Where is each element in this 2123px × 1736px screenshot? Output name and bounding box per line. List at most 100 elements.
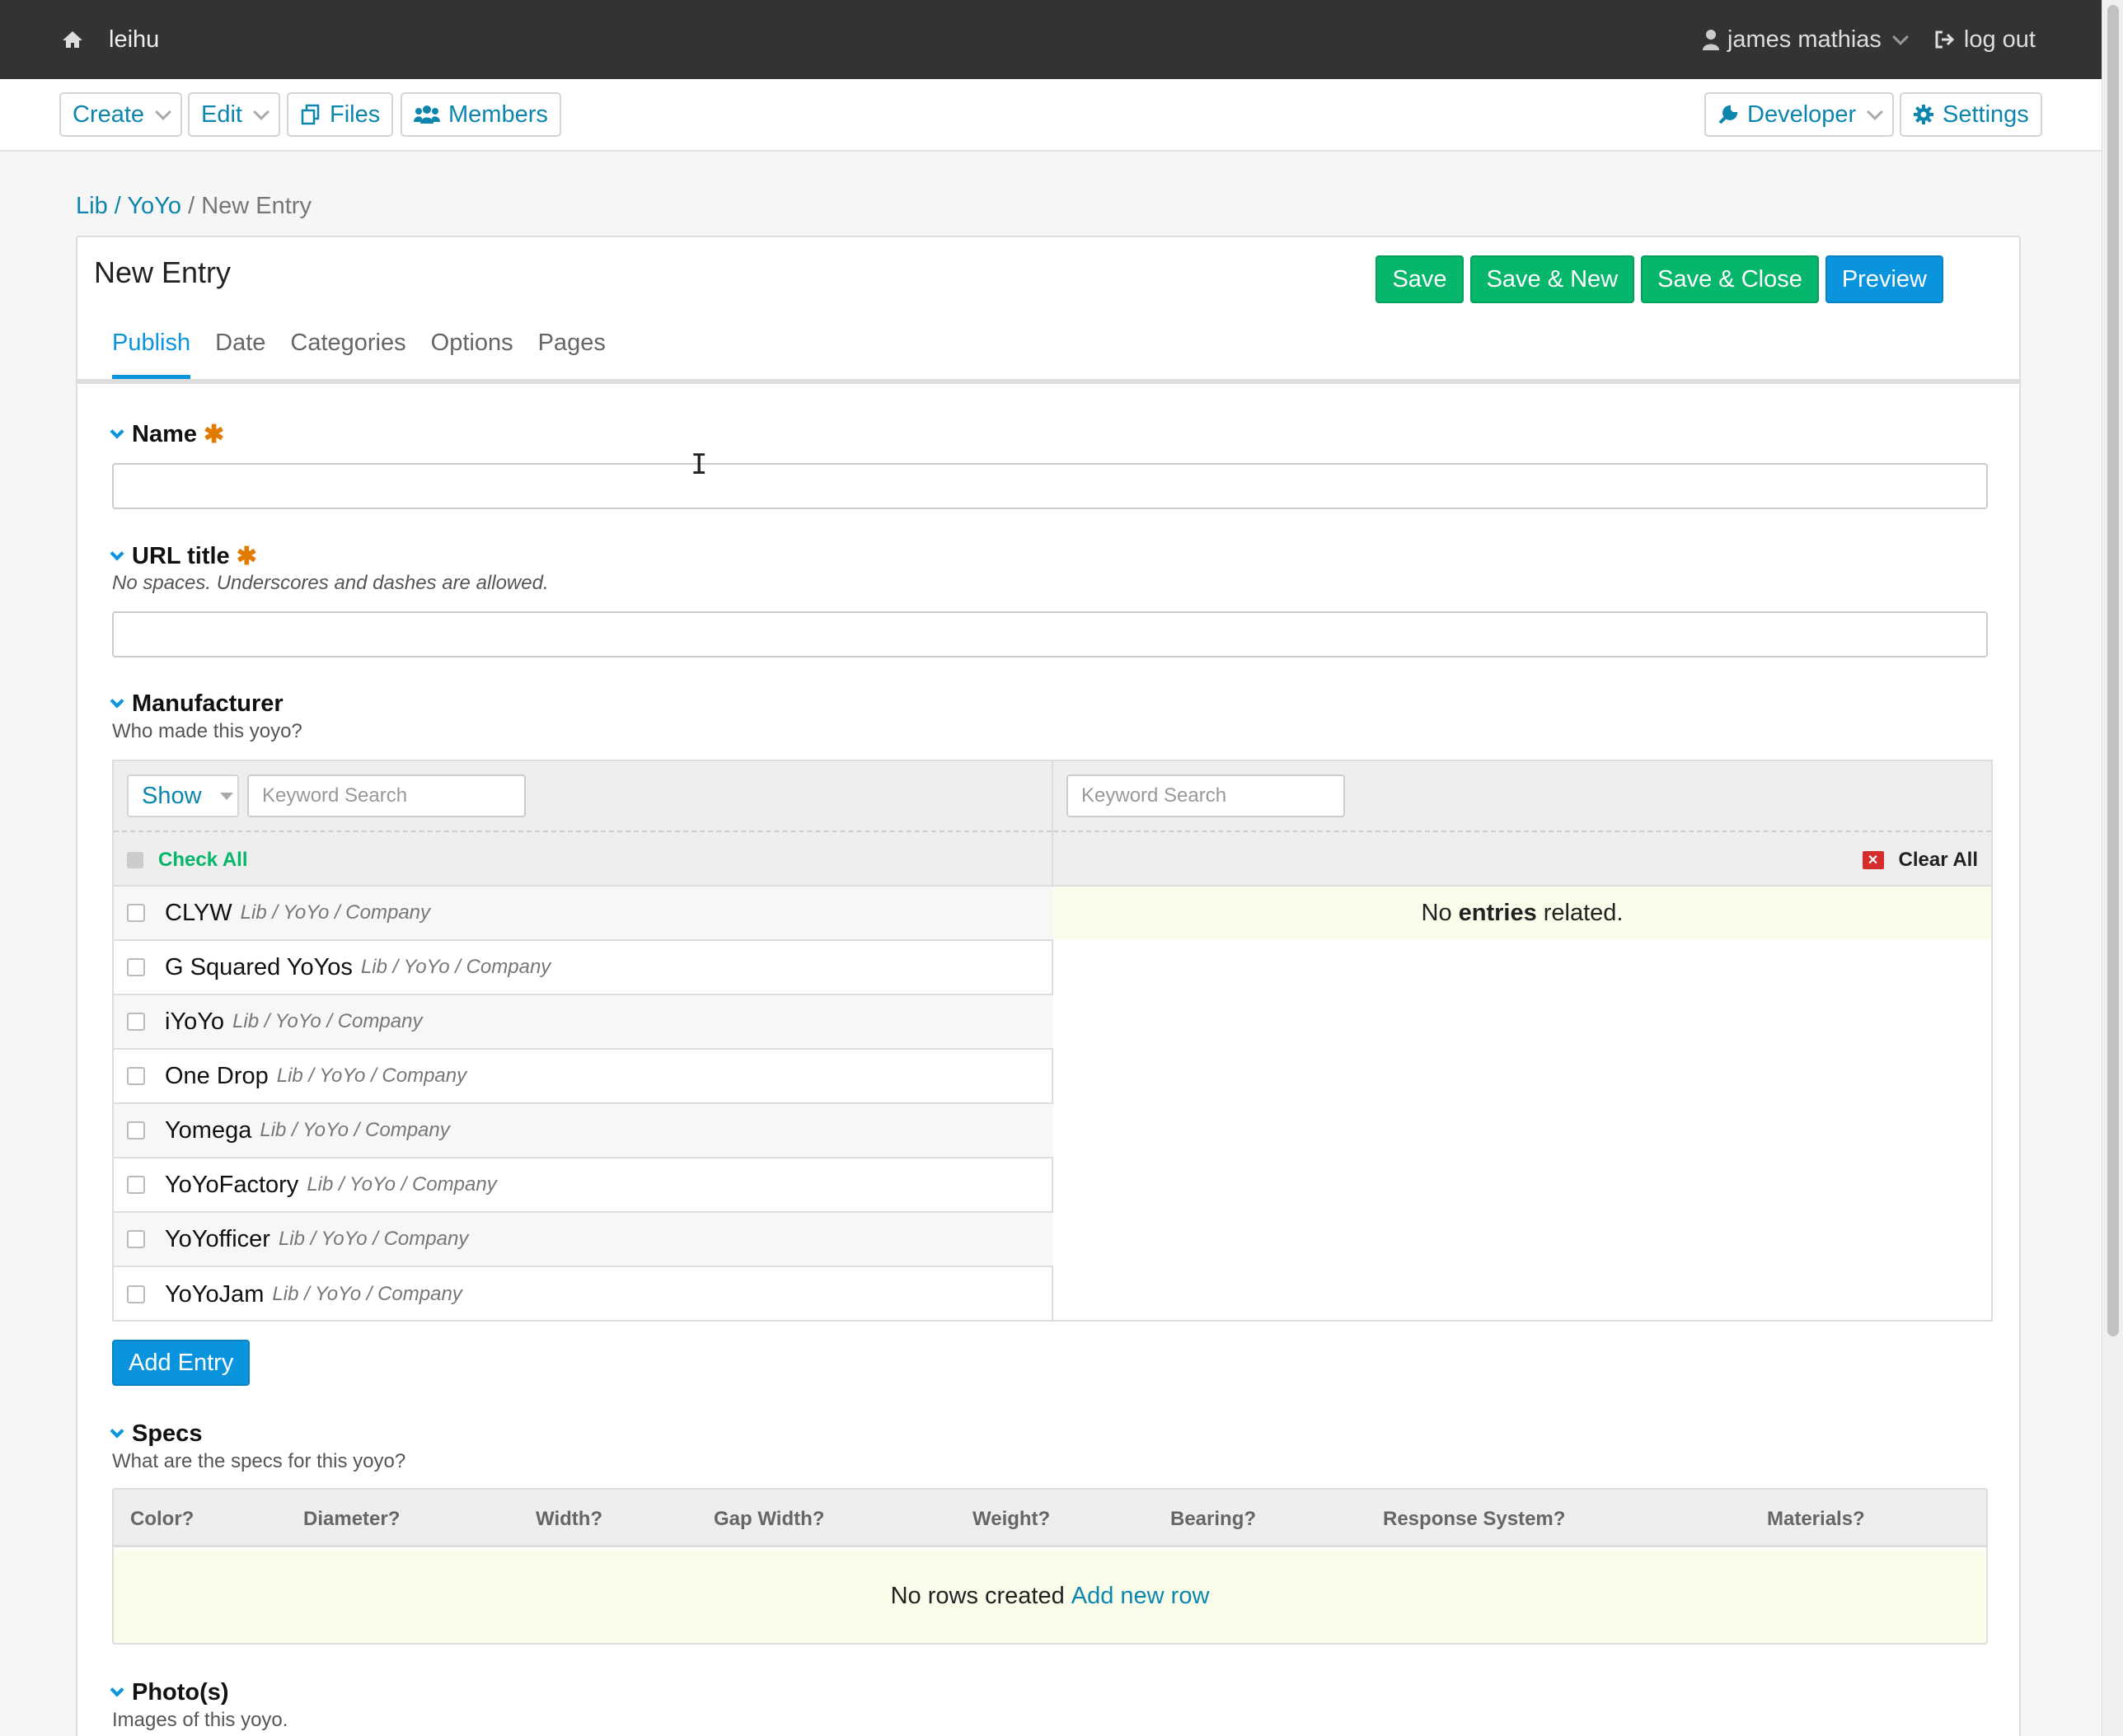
- url-title-field-label[interactable]: URL title ✱: [110, 542, 257, 571]
- specs-grid-header: Color? Diameter? Width? Gap Width? Weigh…: [114, 1490, 1986, 1547]
- page-title: New Entry: [94, 255, 232, 289]
- collapse-caret-icon[interactable]: [110, 546, 124, 560]
- list-item[interactable]: YoYofficer Lib / YoYo / Company: [114, 1213, 1053, 1267]
- column-header: Color?: [130, 1508, 194, 1530]
- save-button[interactable]: Save: [1375, 255, 1464, 303]
- entry-checkbox[interactable]: [127, 904, 145, 922]
- tab-date[interactable]: Date: [215, 330, 265, 379]
- no-related-post: related.: [1543, 899, 1624, 926]
- breadcrumb-lib-link[interactable]: Lib: [76, 193, 108, 219]
- members-button[interactable]: Members: [401, 92, 561, 137]
- entry-checkbox[interactable]: [127, 1013, 145, 1031]
- relationship-filter-bar: Show Keyword Search: [114, 761, 1052, 832]
- settings-label: Settings: [1943, 101, 2029, 128]
- entry-path: Lib / YoYo / Company: [232, 1010, 423, 1032]
- checkbox-icon: [127, 852, 143, 868]
- clear-all-bar: ✕ Clear All: [1053, 832, 1991, 887]
- entry-name: YoYofficer: [165, 1225, 270, 1252]
- collapse-caret-icon[interactable]: [110, 1682, 124, 1696]
- scrollbar-thumb[interactable]: [2107, 5, 2119, 1336]
- photos-label-text: Photo(s): [132, 1679, 229, 1706]
- list-item[interactable]: YoYoFactory Lib / YoYo / Company: [114, 1158, 1053, 1213]
- collapse-caret-icon[interactable]: [110, 424, 124, 438]
- entry-checkbox[interactable]: [127, 1285, 145, 1303]
- photos-instructions: Images of this yoyo.: [112, 1709, 288, 1731]
- tab-divider: [77, 379, 2019, 384]
- entry-checkbox[interactable]: [127, 1121, 145, 1139]
- check-all-toggle[interactable]: Check All: [127, 849, 247, 872]
- tab-options[interactable]: Options: [431, 330, 513, 379]
- name-field-label[interactable]: Name ✱: [110, 420, 224, 449]
- entry-form-panel: New Entry Save Save & New Save & Close P…: [76, 236, 2021, 1736]
- developer-menu-button[interactable]: Developer: [1704, 92, 1895, 137]
- column-header: Diameter?: [303, 1508, 401, 1530]
- specs-field-label[interactable]: Specs: [110, 1420, 203, 1448]
- page-scrollbar[interactable]: [2102, 0, 2123, 1736]
- show-filter-dropdown[interactable]: Show: [127, 774, 239, 817]
- right-keyword-search-input[interactable]: Keyword Search: [1066, 774, 1345, 817]
- list-item[interactable]: YoYoJam Lib / YoYo / Company: [114, 1267, 1053, 1322]
- relationship-selected-list: Keyword Search ✕ Clear All No entries re…: [1053, 761, 1991, 1320]
- clear-all-button[interactable]: ✕ Clear All: [1862, 849, 1978, 872]
- entry-name: YoYoJam: [165, 1280, 265, 1308]
- logout-link[interactable]: log out: [1934, 26, 2036, 54]
- entry-checkbox[interactable]: [127, 1176, 145, 1194]
- entry-checkbox[interactable]: [127, 958, 145, 976]
- edit-menu-button[interactable]: Edit: [188, 92, 280, 137]
- show-label: Show: [142, 782, 202, 809]
- tab-categories[interactable]: Categories: [290, 330, 405, 379]
- collapse-caret-icon[interactable]: [110, 1424, 124, 1438]
- column-header: Materials?: [1767, 1508, 1865, 1530]
- breadcrumb: Lib / YoYo / New Entry: [76, 193, 312, 220]
- entry-checkbox[interactable]: [127, 1230, 145, 1248]
- column-header: Bearing?: [1170, 1508, 1257, 1530]
- save-and-new-button[interactable]: Save & New: [1469, 255, 1635, 303]
- logout-label: log out: [1963, 26, 2036, 53]
- user-menu[interactable]: james mathias: [1702, 26, 1909, 54]
- list-item[interactable]: Yomega Lib / YoYo / Company: [114, 1104, 1053, 1158]
- left-keyword-search-input[interactable]: Keyword Search: [247, 774, 526, 817]
- settings-button[interactable]: Settings: [1900, 92, 2042, 137]
- tab-publish[interactable]: Publish: [112, 330, 191, 379]
- gear-icon: [1914, 105, 1933, 124]
- list-item[interactable]: One Drop Lib / YoYo / Company: [114, 1050, 1053, 1104]
- breadcrumb-current: New Entry: [201, 193, 312, 219]
- name-label-text: Name: [132, 421, 197, 447]
- photos-field-label[interactable]: Photo(s): [110, 1679, 229, 1706]
- collapse-caret-icon[interactable]: [110, 694, 124, 708]
- user-menu-area: james mathias log out: [1702, 26, 2036, 54]
- entry-path: Lib / YoYo / Company: [278, 1228, 469, 1250]
- url-title-input[interactable]: [112, 611, 1988, 657]
- specs-empty-row: No rows created Add new row: [114, 1550, 1986, 1643]
- files-button[interactable]: Files: [287, 92, 394, 137]
- name-input[interactable]: [112, 463, 1988, 509]
- entry-name: CLYW: [165, 899, 232, 926]
- list-item[interactable]: G Squared YoYos Lib / YoYo / Company: [114, 941, 1053, 995]
- save-and-close-button[interactable]: Save & Close: [1641, 255, 1819, 303]
- add-entry-button[interactable]: Add Entry: [112, 1340, 251, 1386]
- breadcrumb-yoyo-link[interactable]: YoYo: [127, 193, 181, 219]
- entry-path: Lib / YoYo / Company: [360, 956, 551, 978]
- create-menu-button[interactable]: Create: [59, 92, 183, 137]
- manufacturer-field-label[interactable]: Manufacturer: [110, 690, 284, 718]
- home-icon[interactable]: [61, 30, 84, 49]
- manufacturer-instructions: Who made this yoyo?: [112, 720, 302, 742]
- column-header: Width?: [536, 1508, 603, 1530]
- preview-button[interactable]: Preview: [1825, 255, 1943, 303]
- selected-filter-bar: Keyword Search: [1053, 761, 1991, 832]
- site-name-link[interactable]: leihu: [109, 26, 159, 54]
- user-name: james mathias: [1727, 26, 1882, 53]
- caret-down-icon: [219, 792, 233, 800]
- list-item[interactable]: CLYW Lib / YoYo / Company: [114, 887, 1053, 941]
- relationship-available-list: Show Keyword Search Check All CLYW Lib /…: [114, 761, 1053, 1320]
- specs-label-text: Specs: [132, 1420, 203, 1447]
- chevron-down-icon: [155, 104, 171, 120]
- add-new-row-link[interactable]: Add new row: [1071, 1583, 1210, 1610]
- chevron-down-icon: [1892, 29, 1909, 45]
- user-icon: [1702, 30, 1719, 50]
- tab-pages[interactable]: Pages: [538, 330, 606, 379]
- specs-grid: Color? Diameter? Width? Gap Width? Weigh…: [112, 1488, 1988, 1645]
- entry-checkbox[interactable]: [127, 1067, 145, 1085]
- top-nav-bar: leihu james mathias log out: [0, 0, 2102, 79]
- list-item[interactable]: iYoYo Lib / YoYo / Company: [114, 995, 1053, 1050]
